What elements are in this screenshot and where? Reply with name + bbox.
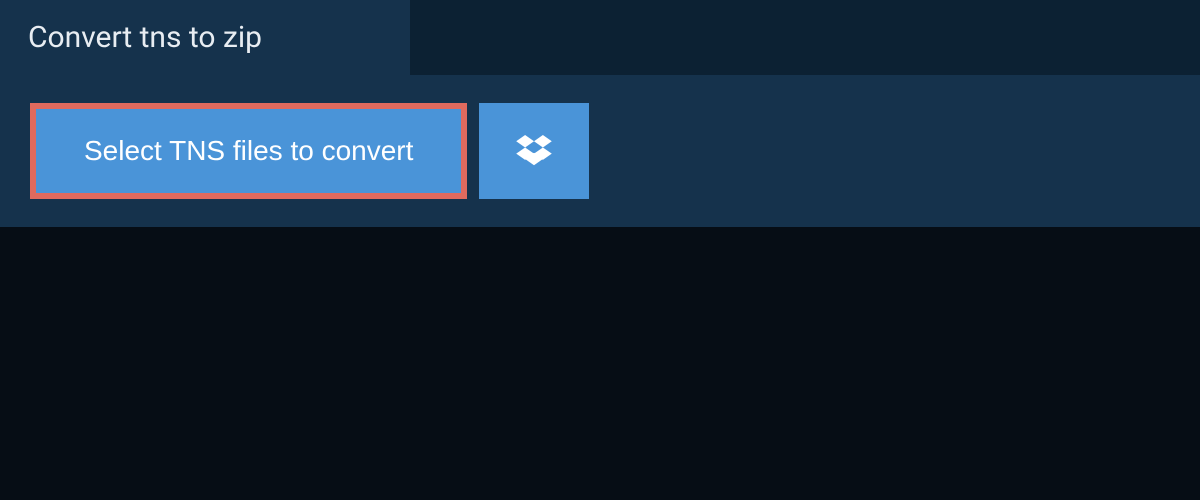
select-files-button[interactable]: Select TNS files to convert	[30, 103, 467, 199]
dropbox-icon	[516, 135, 552, 167]
content-panel: Select TNS files to convert	[0, 75, 1200, 227]
select-files-label: Select TNS files to convert	[84, 135, 413, 167]
page-title: Convert tns to zip	[28, 20, 382, 55]
tab-header: Convert tns to zip	[0, 0, 410, 75]
button-row: Select TNS files to convert	[30, 103, 1170, 199]
page-background: Convert tns to zip Select TNS files to c…	[0, 0, 1200, 500]
dropbox-button[interactable]	[479, 103, 589, 199]
upper-section: Convert tns to zip Select TNS files to c…	[0, 0, 1200, 227]
